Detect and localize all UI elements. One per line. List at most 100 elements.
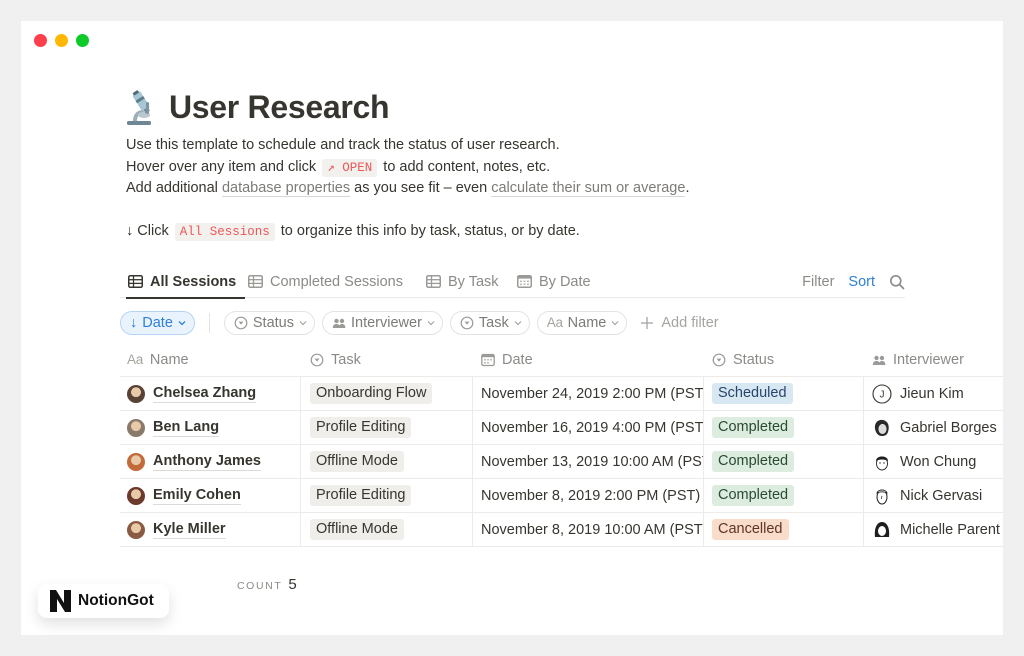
interviewer-name: Jieun Kim [900,385,964,402]
participant-name[interactable]: Ben Lang [153,419,220,437]
column-header-task[interactable]: Task [310,342,361,377]
description-text: as you see fit – even [354,180,488,196]
table-icon [426,275,441,288]
interviewer-cell[interactable]: Won Chung [872,445,1003,478]
search-icon[interactable] [889,274,905,290]
task-cell[interactable]: Profile Editing [310,479,470,512]
minimize-window-button[interactable] [55,34,68,47]
participant-name[interactable]: Kyle Miller [153,521,226,539]
window-controls [34,34,89,47]
date-cell[interactable]: November 24, 2019 2:00 PM (PST) [481,377,703,410]
status-cell[interactable]: Completed [712,445,862,478]
tab-by-date[interactable]: By Date [517,265,591,298]
filter-chip-task[interactable]: Task [449,310,530,335]
column-header-name[interactable]: Aa Name [127,342,189,377]
interviewer-name: Gabriel Borges [900,419,997,436]
maximize-window-button[interactable] [76,34,89,47]
close-window-button[interactable] [34,34,47,47]
column-divider [863,377,864,410]
watermark-label: NotionGot [78,592,154,609]
filter-bar: ↓ Date Status Interviewer Task Aa Name A… [120,310,719,335]
name-cell[interactable]: Anthony James [127,445,299,478]
sort-chip-date[interactable]: ↓ Date [120,310,195,335]
date-cell[interactable]: November 13, 2019 10:00 AM (PST) [481,445,703,478]
column-divider [472,445,473,478]
chevron-down-icon [427,320,435,325]
column-header-date[interactable]: Date [481,342,533,377]
status-cell[interactable]: Completed [712,411,862,444]
filter-chip-name[interactable]: Aa Name [536,310,628,335]
column-divider [703,513,704,546]
filter-chip-status[interactable]: Status [223,310,315,335]
participant-name[interactable]: Chelsea Zhang [153,385,257,403]
column-divider [703,377,704,410]
illustrated-avatar-icon [874,419,889,436]
add-filter-button[interactable]: Add filter [640,315,719,331]
chip-label: Name [567,314,607,331]
people-icon [872,355,886,365]
column-divider [863,445,864,478]
chip-label: Task [478,314,509,331]
description-line: Hover over any item and click ↗ OPEN to … [126,157,689,179]
avatar [127,520,145,539]
name-cell[interactable]: Kyle Miller [127,513,299,546]
status-cell[interactable]: Completed [712,479,862,512]
participant-name[interactable]: Emily Cohen [153,487,241,505]
sessions-table: Aa Name Task Date Status Interviewer Che… [120,342,1003,547]
table-row[interactable]: Kyle Miller Offline Mode November 8, 2019 … [120,513,1003,547]
column-divider [300,513,301,546]
task-cell[interactable]: Profile Editing [310,411,470,444]
database-properties-link[interactable]: database properties [221,180,351,197]
task-cell[interactable]: Offline Mode [310,445,470,478]
tab-all-sessions[interactable]: All Sessions [125,265,246,299]
filter-chip-interviewer[interactable]: Interviewer [322,310,443,335]
view-tabs: All Sessions Completed Sessions By Task … [120,265,905,299]
column-header-interviewer[interactable]: Interviewer [872,342,964,377]
task-tag: Offline Mode [310,519,404,540]
date-cell[interactable]: November 16, 2019 4:00 PM (PST) [481,411,703,444]
column-label: Task [331,351,361,368]
text-property-icon: Aa [546,315,563,330]
tab-completed-sessions[interactable]: Completed Sessions [248,265,403,298]
name-cell[interactable]: Ben Lang [127,411,299,444]
page-header: User Research [125,89,390,126]
name-cell[interactable]: Chelsea Zhang [127,377,299,410]
tab-label: By Date [539,273,591,290]
avatar [127,384,145,403]
description-text: Hover over any item and click [126,158,317,175]
column-header-status[interactable]: Status [712,342,774,377]
table-body: Chelsea Zhang Onboarding Flow November 24,… [120,377,1003,547]
date-cell[interactable]: November 8, 2019 10:00 AM (PST) [481,513,703,546]
status-cell[interactable]: Cancelled [712,513,862,546]
column-divider [863,411,864,444]
table-row[interactable]: Chelsea Zhang Onboarding Flow November 24,… [120,377,1003,411]
interviewer-cell[interactable]: Michelle Parent [872,513,1003,546]
participant-name[interactable]: Anthony James [153,453,261,471]
description-text: . [685,180,690,196]
sort-button[interactable]: Sort [848,274,875,290]
column-label: Name [149,351,189,368]
name-cell[interactable]: Emily Cohen [127,479,299,512]
column-divider [472,479,473,512]
status-badge: Cancelled [712,519,789,540]
interviewer-cell[interactable]: J Jieun Kim [872,377,1003,410]
table-row[interactable]: Ben Lang Profile Editing November 16, 2019… [120,411,1003,445]
task-cell[interactable]: Offline Mode [310,513,470,546]
task-cell[interactable]: Onboarding Flow [310,377,470,410]
chip-label: Date [142,314,173,331]
select-icon [234,316,248,329]
chip-label: Interviewer [351,314,422,331]
table-header: Aa Name Task Date Status Interviewer [120,342,1003,377]
tab-by-task[interactable]: By Task [426,265,499,298]
table-row[interactable]: Emily Cohen Profile Editing November 8, 20… [120,479,1003,513]
filter-button[interactable]: Filter [802,274,834,290]
calculate-sum-link[interactable]: calculate their sum or average [491,180,686,197]
interviewer-cell[interactable]: Gabriel Borges [872,411,1003,444]
description-text: to organize this info by task, status, o… [280,223,580,239]
interviewer-cell[interactable]: Nick Gervasi [872,479,1003,512]
table-row[interactable]: Anthony James Offline Mode November 13, 20… [120,445,1003,479]
notiongot-watermark: NotionGot [38,584,169,618]
calendar-icon [481,353,495,366]
status-cell[interactable]: Scheduled [712,377,862,410]
date-cell[interactable]: November 8, 2019 2:00 PM (PST) [481,479,703,512]
